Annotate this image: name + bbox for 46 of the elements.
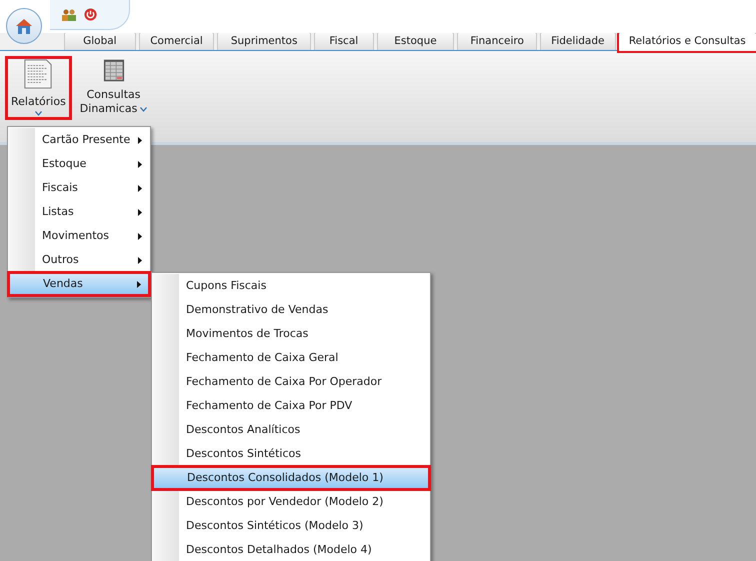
submenu-arrow-icon: [138, 136, 142, 144]
menu-item[interactable]: Descontos Detalhados (Modelo 4): [152, 538, 430, 561]
menu-item[interactable]: Fechamento de Caixa Geral: [152, 346, 430, 370]
menu-item[interactable]: Movimentos: [8, 224, 150, 248]
menu-item[interactable]: Cupons Fiscais: [152, 274, 430, 298]
power-icon[interactable]: [84, 8, 97, 21]
submenu-arrow-icon: [137, 280, 141, 288]
menu-item[interactable]: Descontos por Vendedor (Modelo 2): [152, 490, 430, 514]
ribbon-tab[interactable]: Fiscal: [314, 32, 374, 50]
menu-item[interactable]: Demonstrativo de Vendas: [152, 298, 430, 322]
ribbon-tab[interactable]: Financeiro: [457, 32, 537, 50]
document-icon: [23, 59, 54, 89]
menu-item[interactable]: Descontos Sintéticos (Modelo 3): [152, 514, 430, 538]
ribbon-tab[interactable]: Global: [64, 32, 136, 50]
menu-item[interactable]: Descontos Consolidados (Modelo 1): [152, 466, 430, 490]
home-button[interactable]: [6, 8, 42, 44]
menu-item[interactable]: Listas: [8, 200, 150, 224]
menu-item[interactable]: Descontos Sintéticos: [152, 442, 430, 466]
menu-item[interactable]: Vendas: [8, 272, 150, 296]
menu-item[interactable]: Fechamento de Caixa Por PDV: [152, 394, 430, 418]
ribbon-tab[interactable]: Fidelidade: [540, 32, 616, 50]
house-icon: [14, 17, 34, 35]
button-label: Relatórios: [11, 95, 66, 109]
submenu-arrow-icon: [138, 160, 142, 168]
menu-item[interactable]: Fiscais: [8, 176, 150, 200]
button-label: Consultas: [86, 88, 141, 102]
submenu-arrow-icon: [138, 208, 142, 216]
menu-item[interactable]: Descontos Analíticos: [152, 418, 430, 442]
ribbon-tab[interactable]: Relatórios e Consultas: [618, 32, 756, 51]
submenu-arrow-icon: [138, 184, 142, 192]
ribbon-tab[interactable]: Suprimentos: [217, 32, 311, 50]
menu-item[interactable]: Movimentos de Trocas: [152, 322, 430, 346]
button-label: Dinamicas: [80, 102, 138, 116]
queries-button[interactable]: Consultas Dinamicas: [74, 56, 154, 120]
caret-icon: [34, 111, 42, 116]
reports-button[interactable]: Relatórios: [5, 56, 72, 120]
menu-item[interactable]: Estoque: [8, 152, 150, 176]
submenu-arrow-icon: [138, 232, 142, 240]
menu-item[interactable]: Outros: [8, 248, 150, 272]
users-icon[interactable]: [62, 8, 76, 20]
menu-item[interactable]: Cartão Presente: [8, 128, 150, 152]
ribbon-tab[interactable]: Comercial: [138, 32, 214, 50]
menu-item[interactable]: Fechamento de Caixa Por Operador: [152, 370, 430, 394]
caret-icon: [140, 106, 148, 112]
submenu-arrow-icon: [138, 256, 142, 264]
ribbon-tab[interactable]: Estoque: [376, 32, 454, 50]
